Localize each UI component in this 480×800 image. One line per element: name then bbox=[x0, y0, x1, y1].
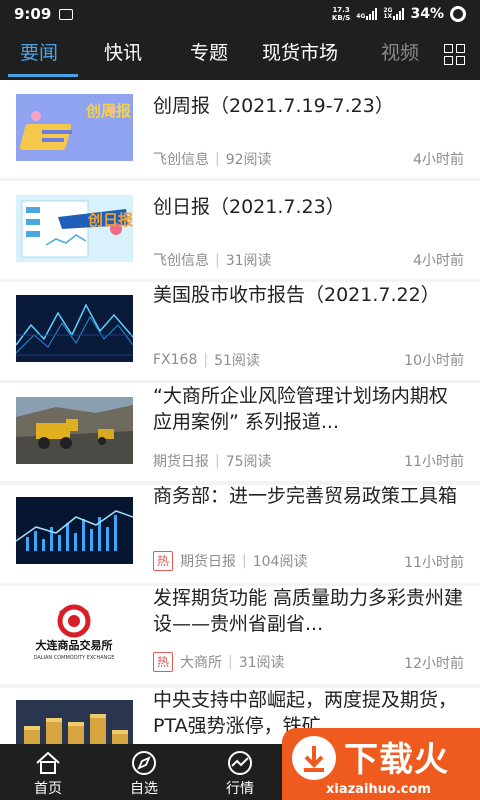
signal-2-icon: 2G 1X bbox=[383, 8, 405, 20]
tab-spot-market[interactable]: 现货市场 bbox=[262, 38, 338, 65]
status-right: 17.3 KB/S 4G 2G 1X 34% bbox=[332, 6, 466, 22]
news-meta: 期货日报 | 75阅读 bbox=[153, 453, 272, 470]
grid-icon bbox=[443, 43, 465, 65]
news-title: 发挥期货功能 高质量助力多彩贵州建设——贵州省副省... bbox=[153, 587, 464, 635]
watermark-url: xiazaihuo.com bbox=[326, 782, 431, 797]
news-time: 11小时前 bbox=[404, 555, 464, 571]
hot-badge: 热 bbox=[153, 652, 173, 672]
news-title: 美国股市收市报告（2021.7.22） bbox=[153, 284, 440, 306]
thumb-subtext: DALIAN COMMODITY EXCHANGE bbox=[34, 655, 115, 661]
news-thumbnail: 创周报 bbox=[16, 94, 133, 161]
news-source: 期货日报 bbox=[180, 554, 236, 570]
battery-icon bbox=[450, 6, 466, 22]
status-bar: 9:09 17.3 KB/S 4G 2G 1X 34% bbox=[0, 0, 480, 28]
nav-watchlist-label: 自选 bbox=[130, 781, 158, 797]
news-time: 11小时前 bbox=[404, 454, 464, 470]
category-tab-bar: 要闻 快讯 专题 现货市场 视频 bbox=[0, 28, 480, 80]
news-meta: 热期货日报 | 104阅读 bbox=[153, 551, 307, 571]
news-meta: 飞创信息 | 31阅读 bbox=[153, 252, 272, 269]
thumb-text: 大连商品交易所 bbox=[36, 638, 113, 652]
news-title: “大商所企业风险管理计划场内期权应用案例” 系列报道... bbox=[153, 385, 448, 433]
nav-market[interactable]: 行情 bbox=[192, 744, 288, 800]
watermark-text: 下载火 bbox=[344, 740, 449, 780]
news-reads: 31阅读 bbox=[238, 655, 285, 671]
news-thumbnail bbox=[16, 295, 133, 362]
news-item[interactable]: 大连商品交易所 DALIAN COMMODITY EXCHANGE 发挥期货功能… bbox=[0, 586, 480, 684]
news-meta: 热大商所 | 31阅读 bbox=[153, 652, 285, 672]
home-icon bbox=[36, 751, 60, 774]
net-speed: 17.3 KB/S bbox=[332, 6, 350, 22]
news-time: 10小时前 bbox=[404, 353, 464, 369]
watermark-logo: 下载火 xiazaihuo.com bbox=[282, 728, 480, 800]
news-source: 飞创信息 bbox=[153, 253, 209, 269]
net-speed-unit: KB/S bbox=[331, 14, 351, 22]
news-item[interactable]: 美国股市收市报告（2021.7.22） FX168 | 51阅读 10小时前 bbox=[0, 282, 480, 380]
news-reads: 104阅读 bbox=[252, 554, 308, 570]
news-reads: 75阅读 bbox=[225, 454, 272, 470]
image-notification-icon bbox=[59, 8, 74, 20]
nav-home[interactable]: 首页 bbox=[0, 744, 96, 800]
news-thumbnail: 大连商品交易所 DALIAN COMMODITY EXCHANGE bbox=[16, 599, 133, 666]
news-reads: 51阅读 bbox=[214, 353, 260, 369]
signal-2-sub: 1X bbox=[383, 13, 393, 20]
news-reads: 92阅读 bbox=[225, 152, 272, 168]
news-meta: 飞创信息 | 92阅读 bbox=[153, 151, 272, 168]
news-thumbnail bbox=[16, 497, 133, 564]
net-speed-value: 17.3 bbox=[332, 6, 350, 14]
thumb-text: 创日报 bbox=[87, 211, 133, 229]
hot-badge: 热 bbox=[153, 551, 173, 571]
status-time: 9:09 bbox=[14, 5, 52, 23]
news-item[interactable]: 商务部：进一步完善贸易政策工具箱 热期货日报 | 104阅读 11小时前 bbox=[0, 485, 480, 583]
signal-1-icon: 4G bbox=[356, 8, 378, 20]
category-grid-button[interactable] bbox=[428, 28, 480, 80]
nav-watchlist[interactable]: 自选 bbox=[96, 744, 192, 800]
news-title: 商务部：进一步完善贸易政策工具箱 bbox=[153, 485, 458, 507]
news-feed[interactable]: 创周报 创周报（2021.7.19-7.23） 飞创信息 | 92阅读 4小时前 创… bbox=[0, 80, 480, 744]
news-time: 4小时前 bbox=[413, 253, 464, 269]
news-item[interactable]: 创周报 创周报（2021.7.19-7.23） 飞创信息 | 92阅读 4小时前 bbox=[0, 80, 480, 178]
nav-market-label: 行情 bbox=[226, 781, 254, 797]
tab-video[interactable]: 视频 bbox=[381, 38, 427, 65]
news-item[interactable]: “大商所企业风险管理计划场内期权应用案例” 系列报道... 期货日报 | 75阅读 … bbox=[0, 383, 480, 481]
tab-topics[interactable]: 专题 bbox=[190, 38, 228, 65]
news-source: FX168 bbox=[153, 352, 198, 368]
news-source: 大商所 bbox=[180, 655, 222, 671]
news-thumbnail: 创日报 bbox=[16, 195, 133, 262]
battery-percent: 34% bbox=[410, 6, 444, 22]
news-meta: FX168 | 51阅读 bbox=[153, 352, 260, 369]
compass-icon bbox=[132, 751, 156, 775]
watermark-download-icon bbox=[292, 736, 336, 780]
tab-flash-news[interactable]: 快讯 bbox=[104, 38, 142, 65]
active-tab-indicator bbox=[8, 74, 78, 77]
news-item[interactable]: 创日报 创日报（2021.7.23） 飞创信息 | 31阅读 4小时前 bbox=[0, 181, 480, 279]
news-time: 12小时前 bbox=[404, 656, 464, 672]
news-title: 创周报（2021.7.19-7.23） bbox=[153, 95, 394, 117]
news-thumbnail bbox=[16, 700, 133, 744]
news-title: 创日报（2021.7.23） bbox=[153, 196, 345, 218]
tab-headlines[interactable]: 要闻 bbox=[20, 38, 58, 65]
news-time: 4小时前 bbox=[413, 152, 464, 168]
news-source: 期货日报 bbox=[153, 454, 209, 470]
news-reads: 31阅读 bbox=[225, 253, 272, 269]
news-source: 飞创信息 bbox=[153, 152, 209, 168]
signal-1-label: 4G bbox=[356, 13, 366, 20]
thumb-text: 创周报 bbox=[85, 102, 131, 120]
chart-icon bbox=[228, 751, 252, 775]
news-thumbnail bbox=[16, 397, 133, 464]
nav-home-label: 首页 bbox=[34, 781, 62, 797]
